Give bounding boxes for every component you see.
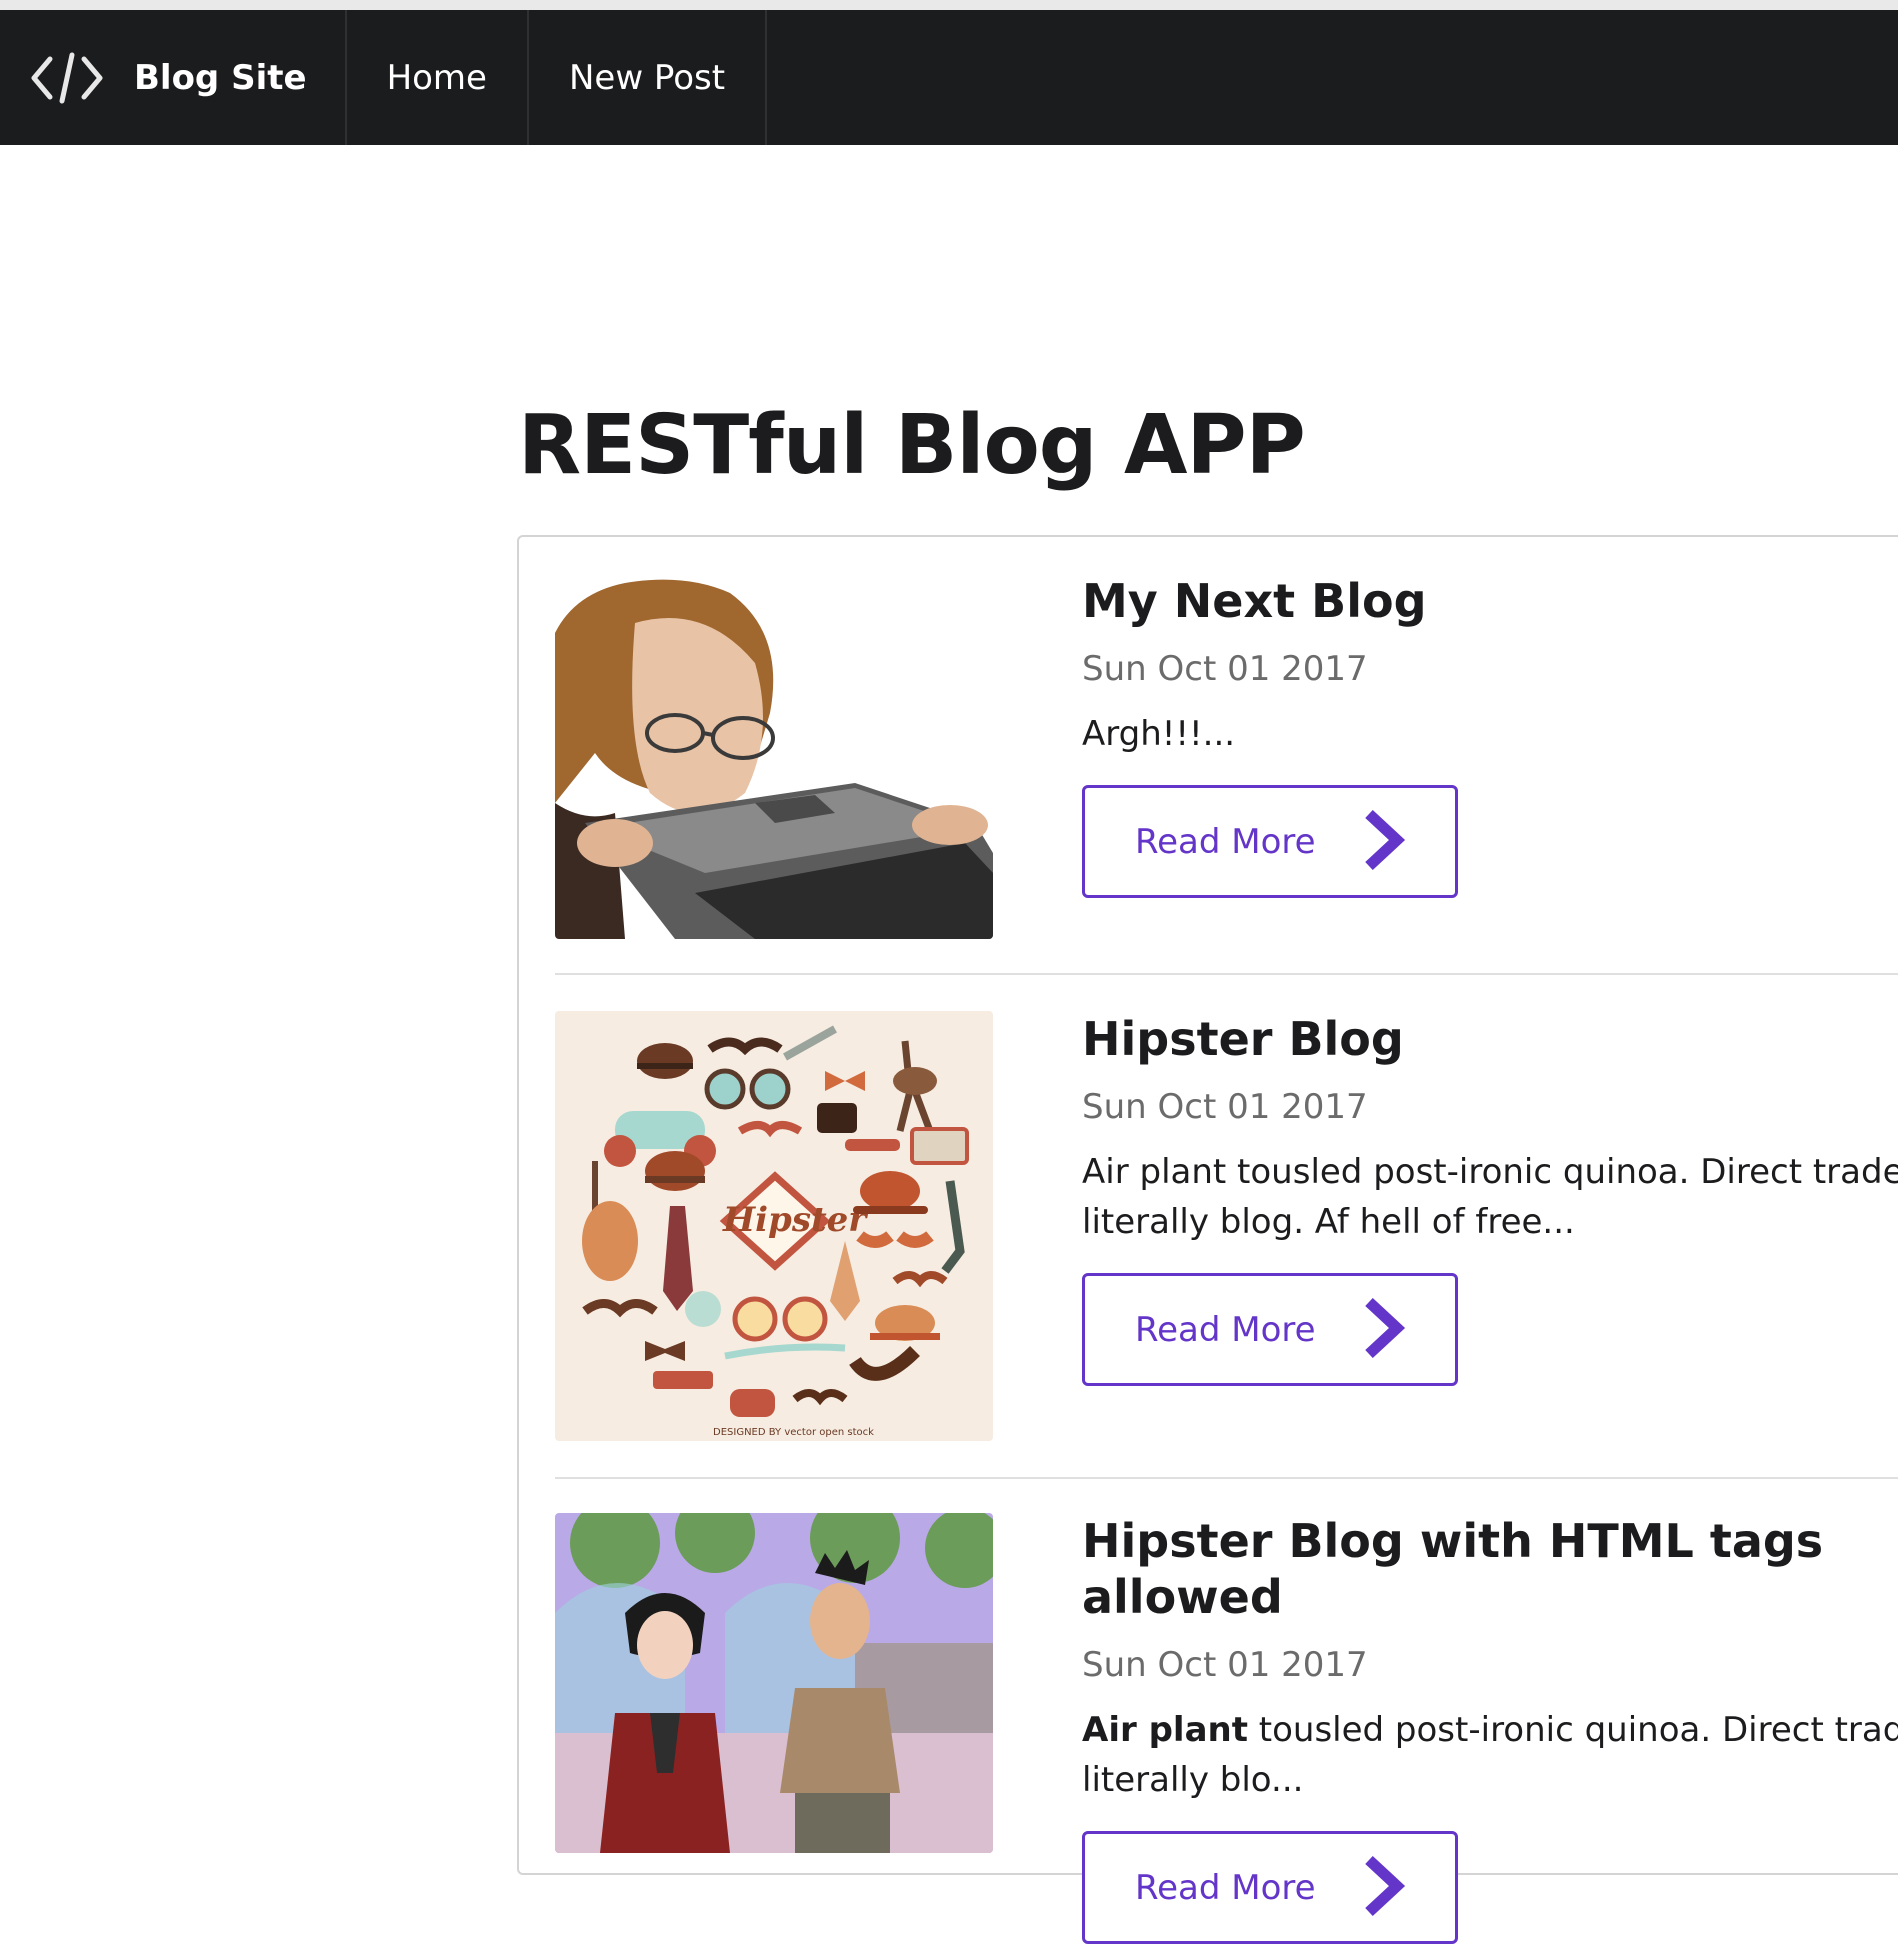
post-date: Sun Oct 01 2017 [1082,1087,1368,1127]
post-title[interactable]: Hipster Blog with HTML tags allowed [1082,1513,1898,1625]
read-more-label: Read More [1135,1309,1316,1350]
nav-home[interactable]: Home [347,10,529,145]
post-image[interactable]: Hipster DESIGNED BY vector open stock [555,1011,993,1441]
read-more-label: Read More [1135,1867,1316,1908]
post-excerpt: Air plant tousled post-ironic quinoa. Di… [1082,1152,1898,1242]
image-credit-text: DESIGNED BY vector open stock [713,1427,874,1438]
post-date: Sun Oct 01 2017 [1082,1645,1368,1685]
browser-top-strip [0,0,1898,10]
page-title: RESTful Blog APP [518,398,1306,493]
post-title[interactable]: Hipster Blog [1082,1011,1898,1067]
post-excerpt: Argh!!!... [1082,714,1236,754]
read-more-button[interactable]: Read More [1082,1831,1458,1944]
chevron-right-icon [1359,1296,1407,1369]
brand-link[interactable]: Blog Site [0,10,347,145]
read-more-button[interactable]: Read More [1082,785,1458,898]
post-image[interactable] [555,1513,993,1853]
brand-label: Blog Site [134,57,307,98]
item-divider [555,1477,1898,1479]
chevron-right-icon [1359,808,1407,881]
chevron-right-icon [1359,1854,1407,1927]
read-more-label: Read More [1135,821,1316,862]
post-content: Hipster Blog with HTML tags allowed Sun … [1082,1513,1898,1944]
read-more-button[interactable]: Read More [1082,1273,1458,1386]
top-navbar: Blog Site Home New Post [0,10,1898,145]
hipster-image-text: Hipster [722,1200,868,1240]
post-content: Hipster Blog Sun Oct 01 2017 Air plant t… [1082,1011,1898,1386]
code-icon [30,49,104,107]
post-date: Sun Oct 01 2017 [1082,649,1368,689]
excerpt-bold: Air plant [1082,1710,1248,1750]
nav-new-post[interactable]: New Post [529,10,768,145]
post-title[interactable]: My Next Blog [1082,573,1898,629]
post-excerpt: Air plant tousled post-ironic quinoa. Di… [1082,1705,1898,1805]
post-content: My Next Blog Sun Oct 01 2017 Argh!!!... … [1082,573,1898,898]
post-list: My Next Blog Sun Oct 01 2017 Argh!!!... … [517,535,1898,1944]
post-image[interactable] [555,573,993,939]
item-divider [555,973,1898,975]
